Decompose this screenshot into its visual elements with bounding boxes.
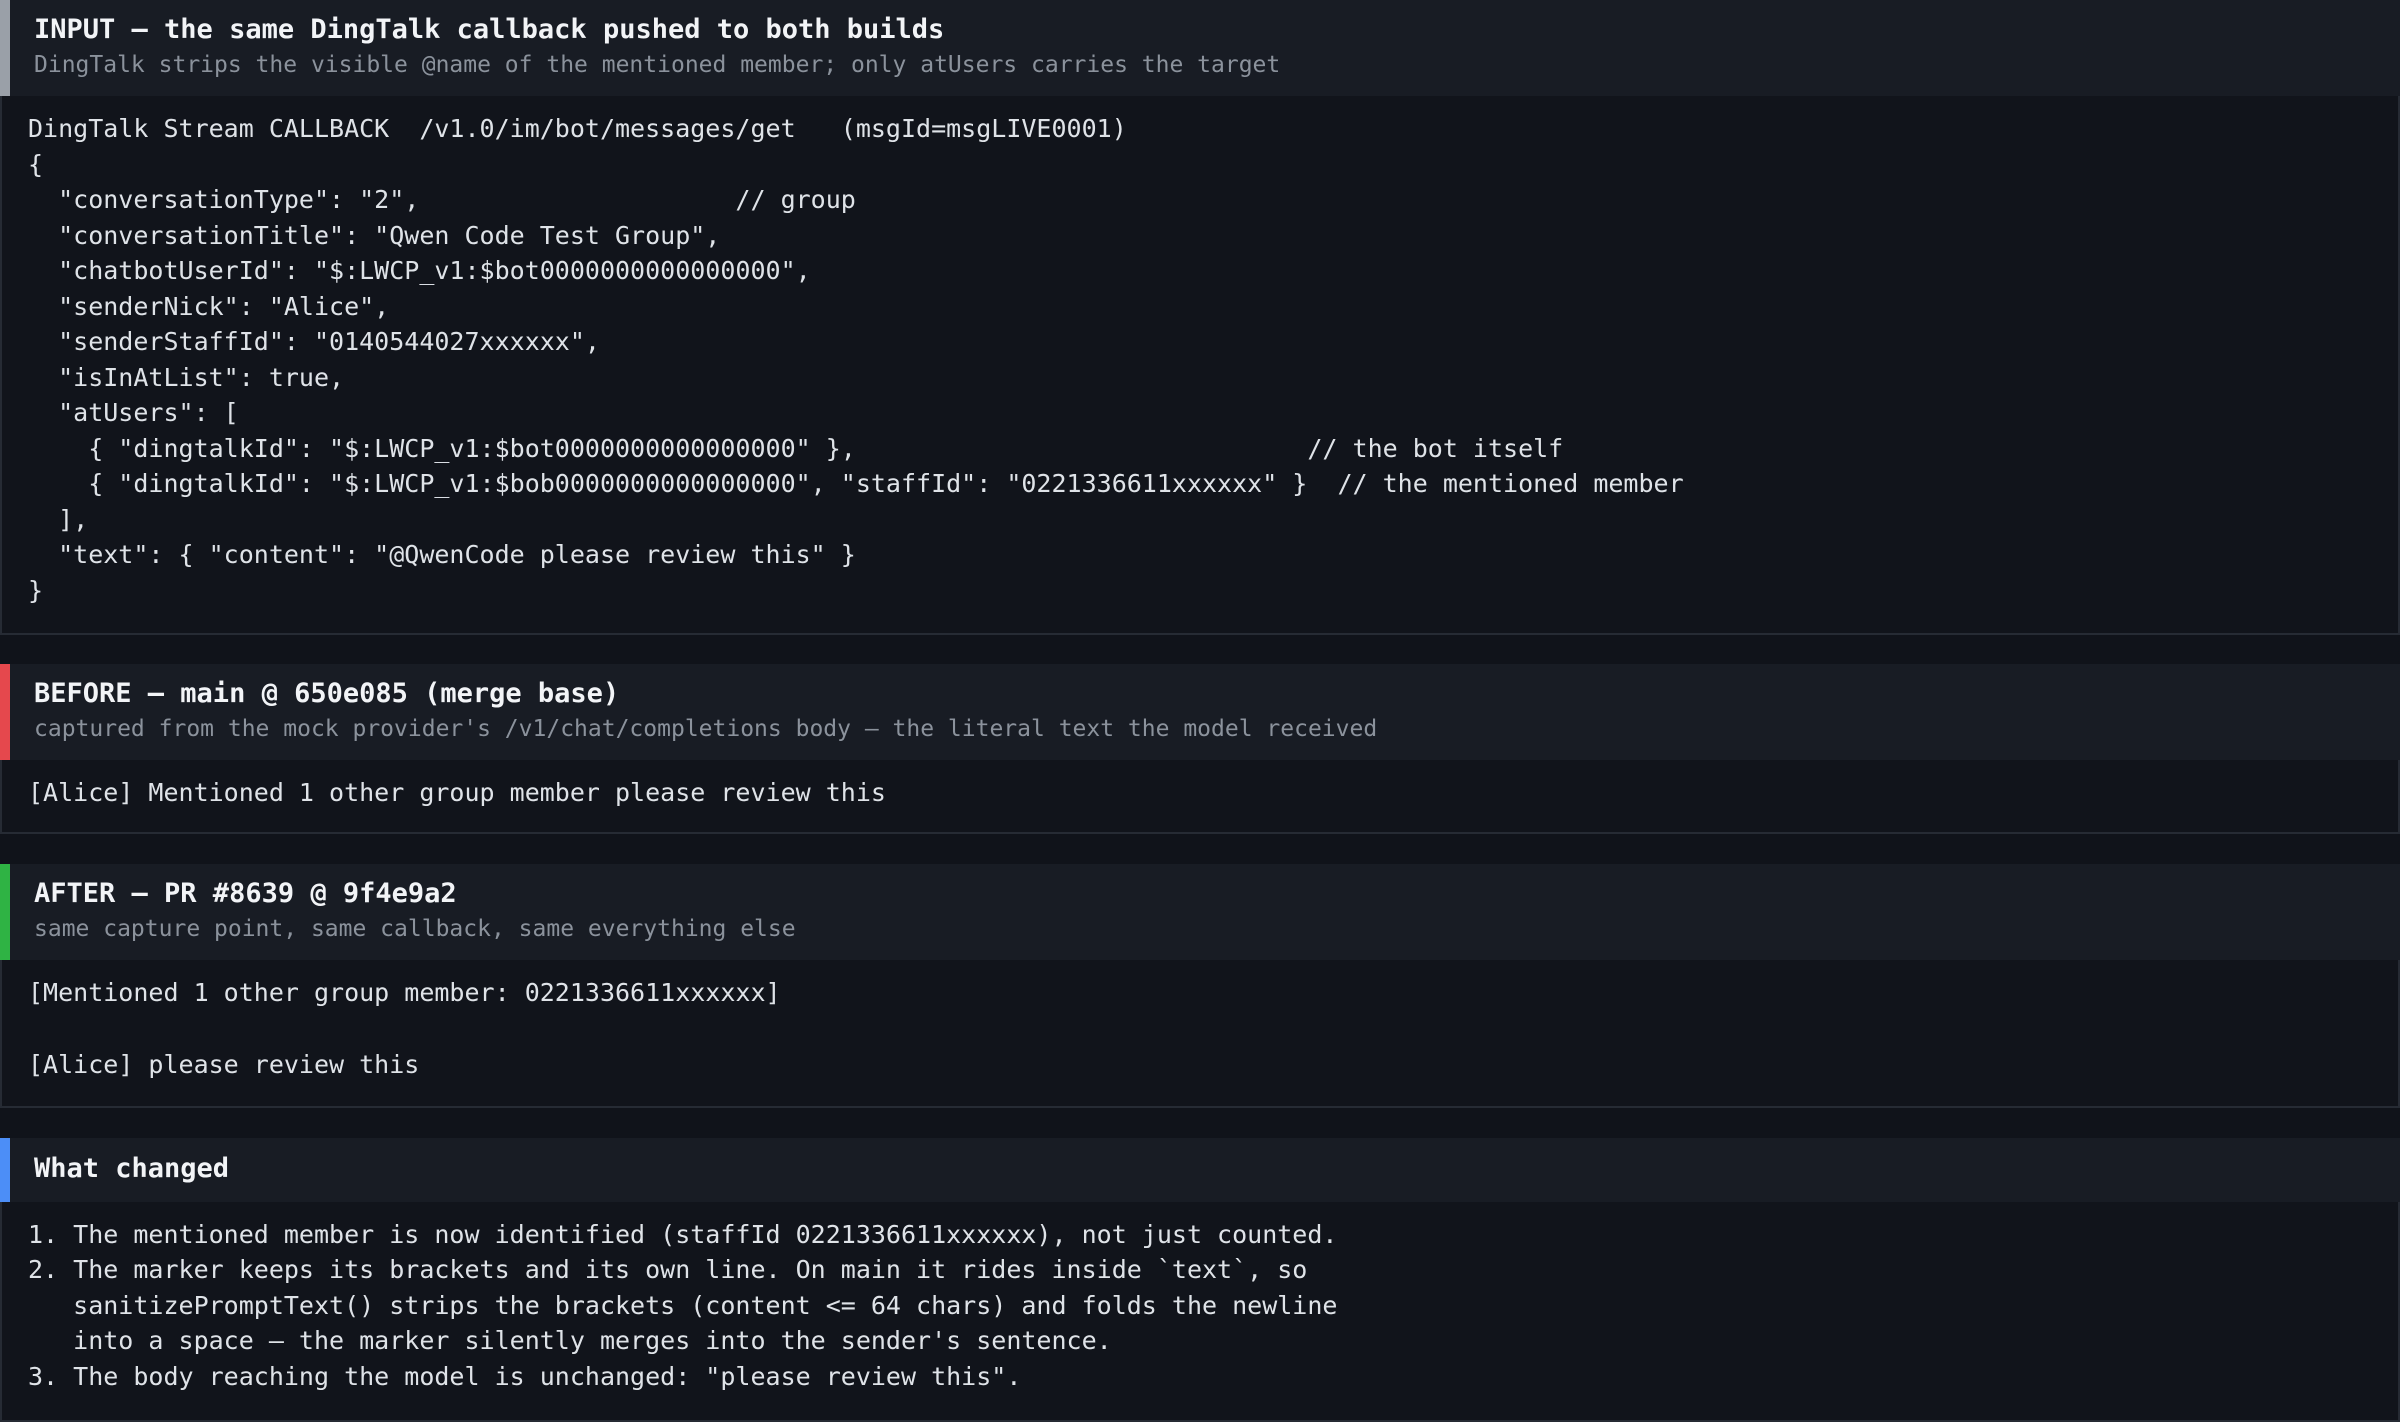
- after-output-block: [Mentioned 1 other group member: 0221336…: [0, 960, 2400, 1108]
- changed-notes-block: 1. The mentioned member is now identifie…: [0, 1202, 2400, 1422]
- code-line: "conversationType": "2", // group: [28, 185, 856, 214]
- before-header: BEFORE — main @ 650e085 (merge base) cap…: [0, 664, 2400, 760]
- code-line: ],: [28, 505, 89, 534]
- code-line: "senderStaffId": "0140544027xxxxxx",: [28, 327, 600, 356]
- before-accent-bar: [0, 664, 10, 760]
- before-output-block: [Alice] Mentioned 1 other group member p…: [0, 760, 2400, 834]
- input-header: INPUT — the same DingTalk callback pushe…: [0, 0, 2400, 96]
- code-line: "senderNick": "Alice",: [28, 292, 390, 321]
- changed-panel: What changed 1. The mentioned member is …: [0, 1138, 2400, 1422]
- after-subtitle: same capture point, same callback, same …: [34, 916, 796, 942]
- input-subtitle: DingTalk strips the visible @name of the…: [34, 52, 1281, 78]
- output-line: [Mentioned 1 other group member: 0221336…: [28, 978, 781, 1007]
- input-panel: INPUT — the same DingTalk callback pushe…: [0, 0, 2400, 635]
- changed-header: What changed: [0, 1138, 2400, 1202]
- after-panel: AFTER — PR #8639 @ 9f4e9a2 same capture …: [0, 864, 2400, 1108]
- code-line: "isInAtList": true,: [28, 363, 345, 392]
- after-accent-bar: [0, 864, 10, 960]
- code-line: { "dingtalkId": "$:LWCP_v1:$bot000000000…: [28, 434, 1564, 463]
- before-title: BEFORE — main @ 650e085 (merge base): [34, 678, 620, 709]
- note-line: 1. The mentioned member is now identifie…: [28, 1220, 1338, 1249]
- input-title: INPUT — the same DingTalk callback pushe…: [34, 14, 945, 45]
- note-line: into a space — the marker silently merge…: [28, 1326, 1112, 1355]
- code-line: { "dingtalkId": "$:LWCP_v1:$bob000000000…: [28, 469, 1684, 498]
- code-line: }: [28, 576, 44, 605]
- code-line: "chatbotUserId": "$:LWCP_v1:$bot00000000…: [28, 256, 811, 285]
- code-line: {: [28, 150, 44, 179]
- changed-accent-bar: [0, 1138, 10, 1202]
- before-subtitle: captured from the mock provider's /v1/ch…: [34, 716, 1378, 742]
- after-header: AFTER — PR #8639 @ 9f4e9a2 same capture …: [0, 864, 2400, 960]
- code-line: "atUsers": [: [28, 398, 239, 427]
- after-title: AFTER — PR #8639 @ 9f4e9a2: [34, 878, 457, 909]
- changed-title: What changed: [34, 1153, 230, 1184]
- input-code-block: DingTalk Stream CALLBACK /v1.0/im/bot/me…: [0, 96, 2400, 635]
- code-line: "text": { "content": "@QwenCode please r…: [28, 540, 856, 569]
- note-line: sanitizePromptText() strips the brackets…: [28, 1291, 1338, 1320]
- input-accent-bar: [0, 0, 10, 96]
- before-panel: BEFORE — main @ 650e085 (merge base) cap…: [0, 664, 2400, 834]
- note-line: 3. The body reaching the model is unchan…: [28, 1362, 1022, 1391]
- code-line: "conversationTitle": "Qwen Code Test Gro…: [28, 221, 721, 250]
- output-line: [Alice] please review this: [28, 1050, 420, 1079]
- note-line: 2. The marker keeps its brackets and its…: [28, 1255, 1308, 1284]
- output-line: [Alice] Mentioned 1 other group member p…: [28, 778, 886, 807]
- code-line: DingTalk Stream CALLBACK /v1.0/im/bot/me…: [28, 114, 1127, 143]
